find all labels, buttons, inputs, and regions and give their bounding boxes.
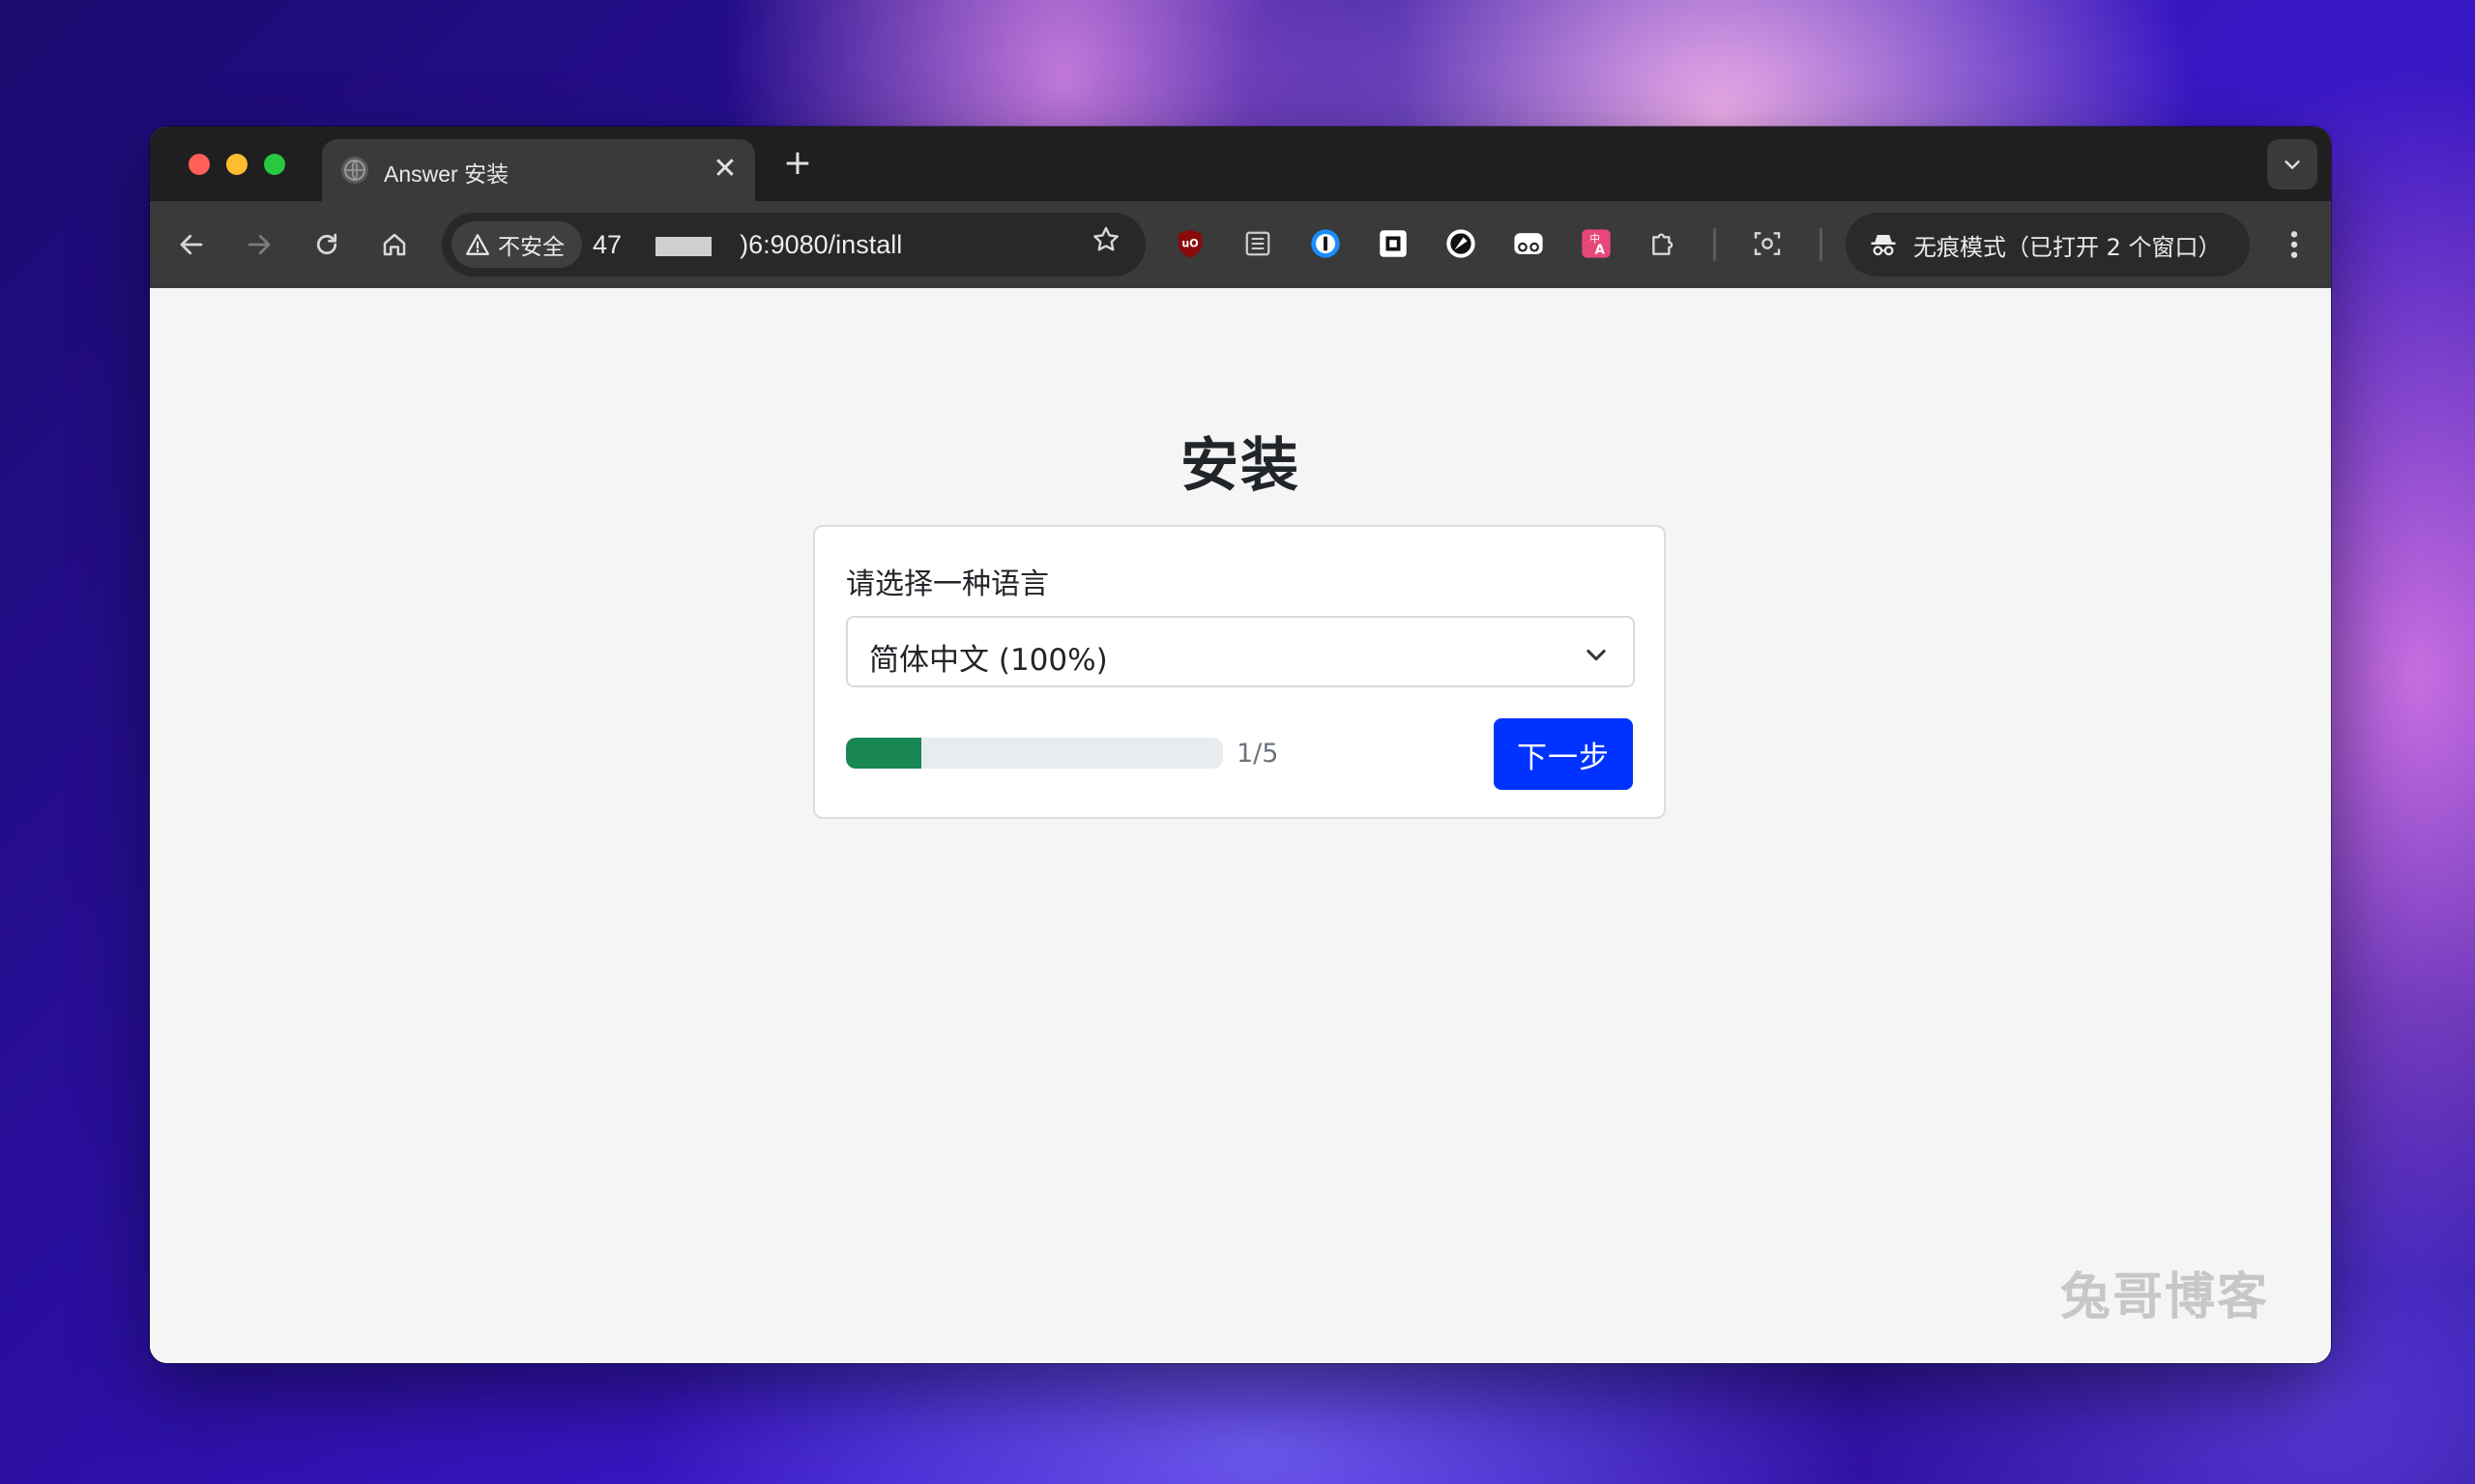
new-tab-button[interactable]: +: [778, 144, 817, 183]
url-prefix: 47: [593, 230, 623, 259]
incognito-label: 无痕模式（已打开 2 个窗口）: [1913, 233, 2222, 261]
tab-title: Answer 安装: [384, 161, 510, 187]
next-step-button[interactable]: 下一步: [1494, 718, 1633, 790]
language-label: 请选择一种语言: [846, 567, 1049, 601]
screenshot-icon[interactable]: [1748, 224, 1787, 263]
progress-fill: [846, 738, 921, 769]
1password-icon[interactable]: [1306, 224, 1345, 263]
home-button[interactable]: [370, 220, 419, 269]
progress-step-text: 1/5: [1237, 739, 1279, 769]
reader-icon[interactable]: [1238, 224, 1277, 263]
tab-answer-install[interactable]: Answer 安装 ✕: [322, 139, 755, 201]
mask-icon[interactable]: [1509, 224, 1548, 263]
url-suffix: )6:9080/install: [740, 230, 903, 259]
toolbar-separator: [1713, 228, 1716, 261]
browser-toolbar: 不安全 47 )6:9080/install uO 中 A 无痕模式（已打开 2…: [150, 201, 2331, 288]
warning-icon: [466, 234, 489, 255]
svg-text:A: A: [1595, 244, 1606, 258]
close-tab-icon[interactable]: ✕: [709, 153, 742, 186]
toolbar-separator: [1820, 228, 1822, 261]
browser-window: Answer 安装 ✕ + 不安全 47)6:9080/install uO …: [150, 127, 2331, 1363]
page-title: 安装: [1180, 432, 1300, 500]
close-window-button[interactable]: [189, 154, 210, 175]
install-progress-bar: [846, 738, 1223, 769]
bookmark-star-icon[interactable]: [1086, 224, 1126, 265]
watermark: 兔哥博客: [2059, 1268, 2269, 1326]
language-select-value: 简体中文 (100%): [869, 643, 1108, 678]
language-select[interactable]: 简体中文 (100%): [846, 616, 1635, 687]
svg-text:uO: uO: [1181, 238, 1198, 250]
security-label: 不安全: [498, 235, 565, 260]
compass-icon[interactable]: [1441, 224, 1480, 263]
redaction: [628, 236, 649, 256]
arrow-left-icon: [180, 234, 203, 255]
address-bar[interactable]: 不安全 47 )6:9080/install: [442, 213, 1146, 276]
back-button[interactable]: [167, 220, 216, 269]
redaction: [655, 236, 713, 256]
reload-icon: [316, 233, 337, 255]
forward-button[interactable]: [235, 220, 283, 269]
reload-button[interactable]: [303, 220, 351, 269]
ublock-origin-icon[interactable]: uO: [1171, 224, 1209, 263]
tab-search-button[interactable]: [2267, 139, 2317, 189]
redaction: [718, 236, 733, 256]
chevron-down-icon: [1587, 649, 1606, 661]
url-text[interactable]: 47 )6:9080/install: [593, 230, 902, 260]
translate-icon[interactable]: 中A: [1577, 224, 1616, 263]
puzzle-icon[interactable]: [1645, 224, 1683, 263]
more-menu-icon[interactable]: [2275, 222, 2314, 267]
site-info-button[interactable]: 不安全: [451, 221, 582, 268]
maximize-window-button[interactable]: [264, 154, 285, 175]
page-content: 安装 请选择一种语言 简体中文 (100%) 1/5 下一步 兔哥博客: [150, 288, 2331, 1363]
square-icon[interactable]: [1374, 224, 1412, 263]
chevron-down-icon: [2285, 160, 2300, 169]
minimize-window-button[interactable]: [226, 154, 248, 175]
incognito-icon: [1871, 235, 1896, 256]
globe-icon: [341, 157, 368, 184]
home-icon: [383, 233, 406, 256]
install-card: 请选择一种语言 简体中文 (100%) 1/5 下一步: [813, 525, 1666, 819]
incognito-indicator[interactable]: 无痕模式（已打开 2 个窗口）: [1846, 213, 2250, 276]
arrow-right-icon: [248, 234, 271, 255]
tab-bar: Answer 安装 ✕ +: [150, 127, 2331, 201]
